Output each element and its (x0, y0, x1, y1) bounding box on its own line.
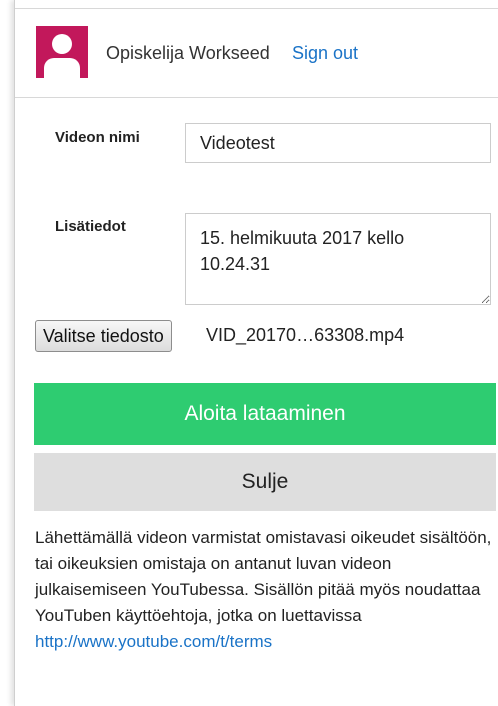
start-upload-button[interactable]: Aloita lataaminen (34, 383, 496, 445)
terms-disclaimer: Lähettämällä videon varmistat omistavasi… (35, 525, 497, 655)
video-name-label: Videon nimi (55, 129, 140, 146)
user-header: Opiskelija Workseed Sign out (15, 8, 498, 98)
disclaimer-text: Lähettämällä videon varmistat omistavasi… (35, 528, 492, 625)
selected-file-name: VID_20170…63308.mp4 (206, 325, 405, 345)
avatar-head-shape (52, 34, 72, 54)
upload-dialog: Opiskelija Workseed Sign out Videon nimi… (14, 0, 498, 706)
user-name: Opiskelija Workseed (106, 43, 270, 63)
choose-file-button[interactable]: Valitse tiedosto (35, 320, 172, 352)
close-button[interactable]: Sulje (34, 453, 496, 511)
additional-info-label: Lisätiedot (55, 218, 126, 235)
avatar-body-shape (44, 58, 80, 78)
video-name-input[interactable] (185, 123, 491, 163)
additional-info-textarea[interactable]: 15. helmikuuta 2017 kello 10.24.31 (185, 213, 491, 305)
avatar (36, 26, 88, 78)
sign-out-link[interactable]: Sign out (292, 43, 358, 64)
terms-link[interactable]: http://www.youtube.com/t/terms (35, 632, 272, 651)
